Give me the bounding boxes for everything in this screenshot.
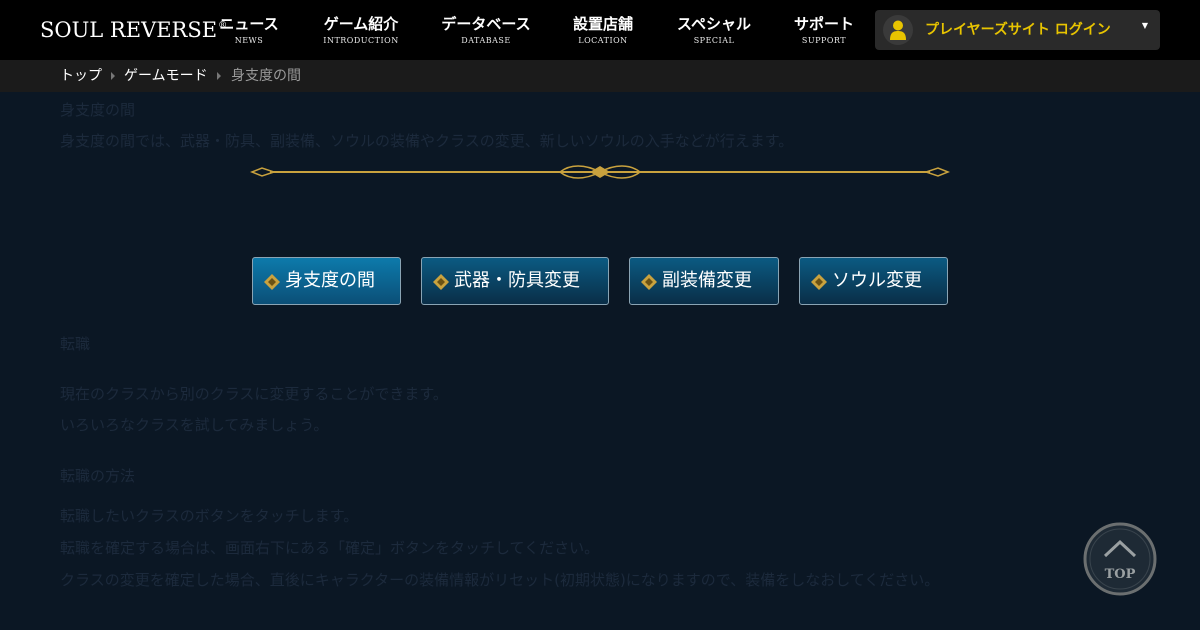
nav-item-location[interactable]: 設置店舗 LOCATION <box>566 12 640 52</box>
nav-item-label: スペシャル <box>677 15 751 33</box>
top-button-label: TOP <box>1105 567 1136 582</box>
tab-soul-change[interactable]: ソウル変更 <box>799 257 948 305</box>
tab-dressing-room[interactable]: 身支度の間 <box>252 257 401 305</box>
breadcrumb-separator-icon <box>111 72 115 80</box>
tab-weapon-armor-change[interactable]: 武器・防具変更 <box>421 257 609 305</box>
nav-item-news[interactable]: ニュース NEWS <box>212 12 286 52</box>
nav-item-sublabel: SPECIAL <box>693 36 735 45</box>
logo-text: SOUL REVERSE <box>40 18 218 42</box>
breadcrumb: トップ ゲームモード 身支度の間 <box>0 60 1200 92</box>
paragraph-line: いろいろなクラスを試してみましょう。 <box>60 416 329 434</box>
diamond-icon <box>433 274 449 290</box>
paragraph-line: クラスの変更を確定した場合、直後にキャラクターの装備情報がリセット(初期状態)に… <box>60 571 940 589</box>
nav-item-label: データベース <box>441 15 531 33</box>
player-site-login-button[interactable]: プレイヤーズサイト ログイン ▼ <box>875 10 1160 50</box>
user-avatar-icon <box>883 15 913 45</box>
nav-item-sublabel: DATABASE <box>461 36 511 45</box>
nav-item-sublabel: NEWS <box>234 36 264 45</box>
nav-item-label: 設置店舗 <box>572 15 633 33</box>
nav-item-label: ゲーム紹介 <box>323 15 399 33</box>
login-label: プレイヤーズサイト ログイン <box>925 22 1111 38</box>
site-header: SOUL REVERSE® ニュース NEWS ゲーム紹介 INTRODUCTI… <box>0 0 1200 60</box>
tab-sub-equipment-change[interactable]: 副装備変更 <box>629 257 779 305</box>
tab-label: 身支度の間 <box>285 270 375 291</box>
breadcrumb-item-current: 身支度の間 <box>231 68 301 84</box>
diamond-icon <box>641 274 657 290</box>
nav-item-database[interactable]: データベース DATABASE <box>438 12 534 52</box>
nav-item-introduction[interactable]: ゲーム紹介 INTRODUCTION <box>313 12 409 52</box>
diamond-icon <box>811 274 827 290</box>
nav-item-sublabel: INTRODUCTION <box>323 36 399 45</box>
breadcrumb-item-game-mode[interactable]: ゲームモード <box>124 60 208 92</box>
ornamental-divider <box>250 165 950 179</box>
section-description: 身支度の間では、武器・防具、副装備、ソウルの装備やクラスの変更、新しいソウルの入… <box>60 132 794 150</box>
nav-item-special[interactable]: スペシャル SPECIAL <box>672 12 756 52</box>
caret-down-icon: ▼ <box>1141 21 1149 30</box>
section-title: 身支度の間 <box>60 101 136 119</box>
back-to-top-button[interactable]: TOP <box>1083 522 1157 596</box>
site-logo[interactable]: SOUL REVERSE® <box>40 15 227 45</box>
paragraph-line: 転職したいクラスのボタンをタッチします。 <box>60 507 359 525</box>
nav-item-label: ニュース <box>219 15 279 33</box>
breadcrumb-separator-icon <box>217 72 221 80</box>
diamond-icon <box>264 274 280 290</box>
tab-label: 武器・防具変更 <box>454 270 580 291</box>
nav-item-label: サポート <box>793 15 854 33</box>
nav-item-sublabel: SUPPORT <box>801 36 847 45</box>
heading-how-to-change: 転職の方法 <box>60 467 136 485</box>
nav-item-sublabel: LOCATION <box>578 36 628 45</box>
nav-item-support[interactable]: サポート SUPPORT <box>788 12 860 52</box>
heading-class-change: 転職 <box>60 335 91 353</box>
paragraph-line: 転職を確定する場合は、画面右下にある「確定」ボタンをタッチしてください。 <box>60 539 600 557</box>
breadcrumb-item-top[interactable]: トップ <box>60 60 102 92</box>
tab-label: 副装備変更 <box>662 270 752 291</box>
paragraph-line: 現在のクラスから別のクラスに変更することができます。 <box>60 385 448 403</box>
tab-label: ソウル変更 <box>832 270 922 291</box>
